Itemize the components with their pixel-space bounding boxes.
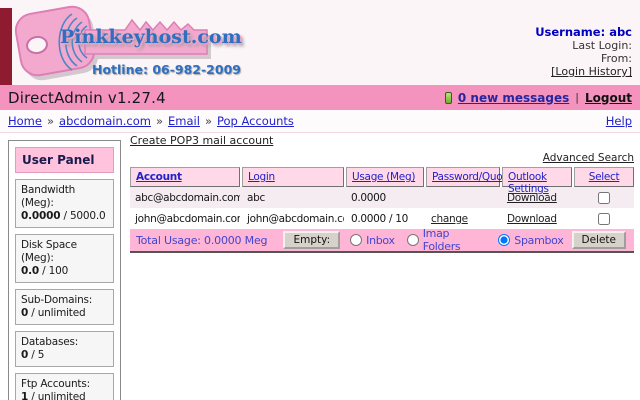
- stat-limit: / unlimited: [28, 391, 85, 400]
- cell-select: [574, 190, 634, 206]
- advanced-search-link[interactable]: Advanced Search: [543, 152, 634, 164]
- logo-text: Pinkkeyhost.com: [60, 26, 242, 48]
- header-password-quota: Password/Quota: [426, 167, 500, 187]
- stat-limit: / 5: [28, 349, 44, 361]
- stat-label: Databases:: [21, 336, 78, 348]
- header-account-link[interactable]: Account: [136, 171, 182, 183]
- stat-label: Sub-Domains:: [21, 294, 92, 306]
- header-login-link[interactable]: Login: [248, 171, 275, 183]
- logout-link[interactable]: Logout: [585, 91, 632, 105]
- stat-limit: / 5000.0: [60, 210, 105, 222]
- stat-limit: / 100: [39, 265, 68, 277]
- header-usage-link[interactable]: Usage (Meg): [352, 171, 415, 183]
- select-checkbox[interactable]: [598, 192, 610, 204]
- cell-account: john@abcdomain.com: [130, 211, 240, 227]
- breadcrumb-pop-accounts[interactable]: Pop Accounts: [217, 114, 294, 128]
- inbox-radio-label[interactable]: Inbox: [366, 234, 395, 247]
- cell-password-quota: [426, 196, 500, 200]
- cell-usage: 0.0000 / 10: [346, 211, 424, 227]
- table-footer-row: Total Usage: 0.0000 Meg Empty: Inbox Ima…: [130, 229, 634, 253]
- stat-bandwidth: Bandwidth (Meg): 0.0000 / 5000.0: [15, 179, 114, 228]
- breadcrumb: Home » abcdomain.com » Email » Pop Accou…: [0, 110, 640, 133]
- stat-used: 0.0000: [21, 210, 60, 222]
- create-pop3-link[interactable]: Create POP3 mail account: [130, 134, 273, 147]
- stat-sub-domains: Sub-Domains: 0 / unlimited: [15, 289, 114, 325]
- user-panel-sidebar: User Panel Bandwidth (Meg): 0.0000 / 500…: [8, 140, 121, 400]
- breadcrumb-home[interactable]: Home: [8, 114, 42, 128]
- titlebar: DirectAdmin v1.27.4 0 new messages | Log…: [0, 85, 640, 110]
- site-header: Pinkkeyhost.com Hotline: 06-982-2009 Use…: [0, 0, 640, 85]
- stat-used: 0.0: [21, 265, 39, 277]
- breadcrumb-separator: »: [156, 114, 163, 128]
- login-history-link[interactable]: [Login History]: [551, 65, 632, 78]
- stat-ftp-accounts: Ftp Accounts: 1 / unlimited: [15, 373, 114, 400]
- imap-folders-radio[interactable]: [407, 234, 419, 246]
- select-checkbox[interactable]: [598, 213, 610, 225]
- cell-outlook: Download: [502, 211, 572, 227]
- download-link[interactable]: Download: [507, 213, 557, 225]
- table-header-row: Account Login Usage (Meg) Password/Quota…: [130, 167, 634, 187]
- cell-password-quota: change: [426, 211, 500, 227]
- cell-login: john@abcdomain.com: [242, 211, 344, 227]
- main-content: Create POP3 mail account Advanced Search…: [130, 134, 634, 253]
- breadcrumb-separator: »: [205, 114, 212, 128]
- user-info-block: Username: abc Last Login: From: [Login H…: [535, 26, 632, 78]
- header-account: Account: [130, 167, 240, 187]
- header-select: Select: [574, 167, 634, 187]
- header-password-quota-link[interactable]: Password/Quota: [432, 171, 512, 183]
- header-select-link[interactable]: Select: [589, 171, 620, 183]
- cell-usage: 0.0000: [346, 190, 424, 206]
- breadcrumb-email[interactable]: Email: [168, 114, 200, 128]
- stat-label: Ftp Accounts:: [21, 378, 90, 390]
- hotline-text: Hotline: 06-982-2009: [92, 62, 241, 77]
- empty-target-radios: Inbox Imap Folders Spambox: [350, 227, 571, 253]
- download-link[interactable]: Download: [507, 192, 557, 204]
- stat-databases: Databases: 0 / 5: [15, 331, 114, 367]
- breadcrumb-separator: »: [47, 114, 54, 128]
- stat-label: Disk Space (Meg):: [21, 239, 77, 264]
- stat-label: Bandwidth (Meg):: [21, 184, 75, 209]
- table-row: john@abcdomain.com john@abcdomain.com 0.…: [130, 208, 634, 229]
- imap-folders-radio-label[interactable]: Imap Folders: [423, 227, 487, 253]
- cell-select: [574, 211, 634, 227]
- help-link[interactable]: Help: [606, 114, 632, 128]
- stat-disk-space: Disk Space (Meg): 0.0 / 100: [15, 234, 114, 283]
- from-label: From:: [535, 52, 632, 65]
- header-usage: Usage (Meg): [346, 167, 424, 187]
- spambox-radio-label[interactable]: Spambox: [514, 234, 563, 247]
- breadcrumb-domain[interactable]: abcdomain.com: [59, 114, 151, 128]
- titlebar-separator: |: [575, 91, 579, 104]
- directadmin-page: Pinkkeyhost.com Hotline: 06-982-2009 Use…: [0, 0, 640, 400]
- inbox-radio[interactable]: [350, 234, 362, 246]
- delete-button[interactable]: Delete: [572, 231, 627, 249]
- pop-accounts-table: Account Login Usage (Meg) Password/Quota…: [130, 167, 634, 253]
- app-title: DirectAdmin v1.27.4: [8, 89, 166, 107]
- last-login-label: Last Login:: [535, 39, 632, 52]
- cell-login: abc: [242, 190, 344, 206]
- stat-limit: / unlimited: [28, 307, 85, 319]
- table-row: abc@abcdomain.com abc 0.0000 Download: [130, 187, 634, 208]
- empty-button[interactable]: Empty:: [283, 231, 340, 249]
- username-label: Username: abc: [535, 26, 632, 39]
- new-messages-link[interactable]: 0 new messages: [458, 91, 569, 105]
- user-panel-title: User Panel: [15, 147, 114, 173]
- header-outlook: Outlook Settings: [502, 167, 572, 187]
- total-usage-label: Total Usage: 0.0000 Meg: [136, 234, 283, 247]
- header-login: Login: [242, 167, 344, 187]
- new-messages-icon: [445, 92, 452, 104]
- spambox-radio[interactable]: [498, 234, 510, 246]
- cell-account: abc@abcdomain.com: [130, 190, 240, 206]
- change-link[interactable]: change: [431, 213, 468, 225]
- cell-outlook: Download: [502, 190, 572, 206]
- pink-key-logo: Pinkkeyhost.com Hotline: 06-982-2009: [10, 2, 225, 84]
